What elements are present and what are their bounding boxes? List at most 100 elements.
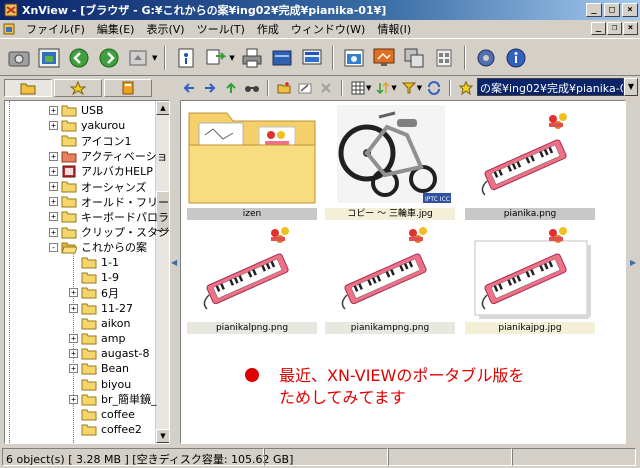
view-mode-button[interactable] bbox=[349, 79, 367, 97]
expand-toggle-icon[interactable]: + bbox=[49, 182, 58, 191]
expand-toggle-icon[interactable]: + bbox=[49, 106, 58, 115]
refresh-button[interactable] bbox=[126, 45, 152, 71]
chevron-down-icon[interactable]: ▼ bbox=[417, 84, 422, 92]
expand-toggle-icon[interactable]: + bbox=[49, 212, 58, 222]
thumbnail-item[interactable]: pianikalpng.png bbox=[187, 219, 317, 337]
expand-toggle-icon[interactable]: + bbox=[69, 288, 78, 298]
thumbnail-item[interactable]: izen bbox=[187, 105, 317, 223]
tab-categories[interactable] bbox=[104, 79, 152, 97]
print-button[interactable] bbox=[239, 45, 265, 71]
folder-tree[interactable]: ▲ ▼ + USB + yakurou アイコン1 + アクティベーション + アルバカHELP… bbox=[4, 100, 170, 444]
screen-button[interactable] bbox=[371, 45, 397, 71]
expand-toggle-icon[interactable]: + bbox=[49, 197, 58, 207]
status-cell bbox=[388, 448, 512, 466]
toolbar-separator bbox=[449, 79, 452, 96]
thumbnail-label: pianikampng.png bbox=[325, 322, 455, 334]
folder-icon bbox=[61, 120, 77, 132]
expand-toggle-icon[interactable]: + bbox=[49, 151, 58, 161]
tree-item[interactable]: coffee2 bbox=[69, 421, 142, 438]
close-button[interactable]: × bbox=[622, 3, 638, 17]
convert-icon bbox=[206, 49, 227, 64]
new-folder-button[interactable] bbox=[275, 79, 293, 97]
menu-tools[interactable]: ツール(T) bbox=[191, 21, 251, 37]
up-folder-button[interactable] bbox=[222, 79, 240, 97]
chevron-down-icon[interactable]: ▼ bbox=[391, 84, 396, 92]
multipage-button[interactable] bbox=[401, 45, 427, 71]
tree-item-label: 1-1 bbox=[101, 256, 119, 269]
status-object-count: 6 object(s) [ 3.28 MB ] [空きディスク容量: 105.6… bbox=[2, 448, 293, 466]
expand-toggle-icon[interactable]: + bbox=[49, 121, 58, 131]
menu-file[interactable]: ファイル(F) bbox=[20, 21, 91, 37]
about-icon bbox=[506, 48, 526, 67]
mdi-restore-button[interactable]: ❐ bbox=[607, 22, 622, 35]
collapse-toggle-icon[interactable]: - bbox=[49, 242, 58, 252]
scroll-up-button[interactable]: ▲ bbox=[156, 101, 169, 115]
fullscreen-button[interactable] bbox=[36, 45, 62, 71]
folder-icon bbox=[81, 287, 97, 299]
path-dropdown-button[interactable]: ▼ bbox=[624, 78, 638, 96]
tree-item-label: 1-9 bbox=[101, 271, 119, 285]
delete-button[interactable] bbox=[317, 79, 335, 97]
thumbnail-view[interactable]: pianikajpg.jpg pianikampng.png pianikalpng… bbox=[180, 100, 626, 444]
folder-icon bbox=[81, 409, 97, 421]
forward-icon bbox=[99, 48, 119, 67]
find-button[interactable] bbox=[243, 79, 261, 97]
pianika-image-thumbnail bbox=[481, 113, 567, 196]
settings-button[interactable] bbox=[473, 45, 499, 71]
mdi-minimize-button[interactable]: _ bbox=[591, 22, 606, 35]
expand-toggle-icon[interactable]: + bbox=[49, 227, 58, 237]
tree-item-label: augast-8 bbox=[101, 347, 150, 361]
sync-button[interactable] bbox=[425, 79, 443, 97]
filter-button[interactable] bbox=[400, 79, 418, 97]
forward-button[interactable] bbox=[96, 45, 122, 71]
sort-button[interactable] bbox=[374, 79, 392, 97]
forward-arrow-button[interactable] bbox=[201, 79, 219, 97]
expand-toggle-icon[interactable]: + bbox=[49, 166, 58, 176]
expand-toggle-icon[interactable]: + bbox=[69, 394, 78, 404]
toolbar-separator bbox=[341, 79, 343, 96]
browse-button[interactable] bbox=[6, 45, 32, 71]
chevron-down-icon[interactable]: ▼ bbox=[229, 54, 234, 62]
maximize-button[interactable]: □ bbox=[604, 3, 620, 17]
tab-folders[interactable] bbox=[4, 79, 52, 97]
expand-toggle-icon[interactable]: + bbox=[69, 334, 78, 343]
screen-icon bbox=[373, 48, 395, 66]
menu-info[interactable]: 情報(I) bbox=[371, 21, 417, 37]
browser-toolbar: ▼ ▼ ▼ の案¥ing02¥完成¥pianika-01¥ ▼ bbox=[176, 77, 640, 98]
expand-toggle-icon[interactable]: + bbox=[69, 349, 78, 359]
about-button[interactable] bbox=[503, 45, 529, 71]
slideshow-button[interactable] bbox=[299, 45, 325, 71]
expand-toggle-icon[interactable]: + bbox=[69, 364, 78, 374]
document-icon[interactable] bbox=[2, 22, 16, 36]
toolbar-separator bbox=[331, 45, 334, 70]
collapse-right-icon[interactable]: ▶ bbox=[630, 258, 636, 267]
collapse-left-icon[interactable]: ◀ bbox=[171, 258, 177, 267]
menu-edit[interactable]: 編集(E) bbox=[91, 21, 141, 37]
favorites-button[interactable] bbox=[457, 79, 475, 97]
chevron-down-icon[interactable]: ▼ bbox=[152, 54, 157, 62]
convert-button[interactable] bbox=[203, 45, 229, 71]
capture-button[interactable] bbox=[341, 45, 367, 71]
thumbnail-item[interactable]: pianika.png bbox=[465, 105, 595, 223]
tab-favorites[interactable] bbox=[54, 79, 102, 97]
thumbnail-item[interactable]: pianikajpg.jpg bbox=[465, 219, 595, 337]
scan-button[interactable] bbox=[269, 45, 295, 71]
menu-view[interactable]: 表示(V) bbox=[140, 21, 190, 37]
chevron-down-icon[interactable]: ▼ bbox=[366, 84, 371, 92]
mdi-close-button[interactable]: × bbox=[623, 22, 638, 35]
thumbnail-grid-button[interactable] bbox=[431, 45, 457, 71]
scroll-down-button[interactable]: ▼ bbox=[156, 429, 169, 443]
back-arrow-button[interactable] bbox=[180, 79, 198, 97]
properties-button[interactable] bbox=[173, 45, 199, 71]
thumbnail-item[interactable]: IPTC ICC コピー ～ 三輪車.jpg bbox=[325, 105, 455, 223]
minimize-button[interactable]: _ bbox=[586, 3, 602, 17]
pane-splitter[interactable]: ◀ bbox=[171, 100, 177, 444]
thumbnail-item[interactable]: pianikampng.png bbox=[325, 219, 455, 337]
rename-button[interactable] bbox=[296, 79, 314, 97]
expand-toggle-icon[interactable]: + bbox=[69, 303, 78, 313]
tree-item-label: オーシャンズ bbox=[81, 180, 147, 194]
path-combo-input[interactable]: の案¥ing02¥完成¥pianika-01¥ bbox=[477, 78, 624, 96]
menu-window[interactable]: ウィンドウ(W) bbox=[285, 21, 371, 37]
menu-create[interactable]: 作成 bbox=[251, 21, 285, 37]
back-button[interactable] bbox=[66, 45, 92, 71]
